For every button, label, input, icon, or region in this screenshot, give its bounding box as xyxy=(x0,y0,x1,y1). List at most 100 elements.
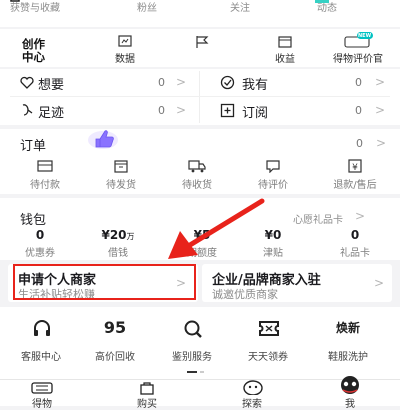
recycle-95-icon: 95 xyxy=(103,318,127,337)
chevron-right-icon: > xyxy=(375,75,386,89)
creation-title-line2: 中心 xyxy=(22,50,45,64)
stats-strip: 获赞与收藏 粉丝 关注 动态 xyxy=(0,0,400,27)
row-have[interactable]: 我有 0 > xyxy=(200,69,400,96)
service-coupons-label: 天天领券 xyxy=(248,352,288,363)
service-recycle[interactable]: 95 高价回收 xyxy=(80,318,150,363)
wallet-loan-unit: 万 xyxy=(126,232,135,241)
row-want-label: 想要 xyxy=(38,78,65,93)
service-authentication-label: 鉴别服务 xyxy=(172,352,212,363)
truck-icon xyxy=(167,158,227,174)
check-circle-icon xyxy=(220,75,235,90)
stat-likes[interactable]: 获赞与收藏 xyxy=(0,0,75,14)
service-wash[interactable]: 焕新 鞋服洗护 xyxy=(313,321,383,363)
stat-fans[interactable]: 粉丝 xyxy=(107,0,187,14)
creation-earnings-label: 收益 xyxy=(275,54,295,65)
row-have-count: 0 xyxy=(355,76,362,89)
order-pending-review[interactable]: 待评价 xyxy=(243,158,303,191)
wallet-coupons[interactable]: 0 优惠券 xyxy=(10,228,70,259)
wash-icon: 焕新 xyxy=(335,321,360,335)
service-wash-label: 鞋服洗护 xyxy=(328,352,368,363)
row-want[interactable]: 想要 0 > xyxy=(0,69,199,96)
order-pending-review-label: 待评价 xyxy=(258,180,288,191)
creation-title[interactable]: 创作 中心 xyxy=(22,38,45,64)
magnifier-icon xyxy=(183,319,203,342)
order-pending-receipt-label: 待收货 xyxy=(182,180,212,191)
wallet-giftcard-label: 礼品卡 xyxy=(340,248,370,259)
highlight-box xyxy=(13,264,196,300)
wallet-loan-value: ¥20 xyxy=(101,228,127,242)
row-want-count: 0 xyxy=(158,76,165,89)
chevron-right-icon: > xyxy=(176,103,187,117)
box-icon xyxy=(91,158,151,174)
chart-icon xyxy=(118,35,132,48)
row-footprint-label: 足迹 xyxy=(38,106,65,121)
merchant-enterprise-sub: 诚邀优质商家 xyxy=(212,288,278,301)
order-pending-shipment-label: 待发货 xyxy=(106,180,136,191)
thumbs-up-icon xyxy=(86,125,120,151)
new-badge-text: NEW xyxy=(358,33,372,39)
wallet-title[interactable]: 钱包 xyxy=(20,209,46,228)
wallet-loan-label: 借钱 xyxy=(108,248,128,259)
row-subscribe-count: 0 xyxy=(355,104,362,117)
wallet-loan[interactable]: ¥20万 借钱 xyxy=(88,228,148,259)
creation-reviewer[interactable]: NEW 得物评价官 xyxy=(320,32,396,65)
service-coupons[interactable]: 天天领券 xyxy=(233,321,303,363)
wallet-giftcard[interactable]: 0 礼品卡 xyxy=(325,228,385,259)
row-subscribe[interactable]: 订阅 0 > xyxy=(200,97,400,124)
chevron-right-icon: > xyxy=(374,276,385,290)
refund-icon: ¥ xyxy=(320,158,390,174)
heart-icon xyxy=(20,76,34,89)
orders-count: 0 xyxy=(356,137,363,150)
tab-dewu[interactable]: 得物 xyxy=(12,382,72,410)
service-authentication[interactable]: 鉴别服务 xyxy=(157,320,227,363)
chevron-right-icon: > xyxy=(176,75,187,89)
badge-icon[interactable] xyxy=(315,0,329,3)
wallet-icon xyxy=(278,35,292,48)
order-pending-receipt[interactable]: 待收货 xyxy=(167,158,227,191)
stat-following[interactable]: 关注 xyxy=(200,0,280,14)
order-pending-payment-label: 待付款 xyxy=(30,180,60,191)
row-have-label: 我有 xyxy=(242,78,269,93)
chevron-right-icon[interactable]: > xyxy=(376,136,386,150)
merchant-enterprise-card[interactable]: 企业/品牌商家入驻 诚邀优质商家 > xyxy=(202,264,392,302)
annotation-arrow-icon xyxy=(168,198,265,259)
wallet-giftcard-value: 0 xyxy=(350,228,360,242)
flag-icon xyxy=(195,35,209,49)
order-refund-label: 退款/售后 xyxy=(333,180,377,191)
chevron-right-icon: > xyxy=(375,103,386,117)
wallet-coupons-label: 优惠券 xyxy=(25,248,55,259)
tab-buy[interactable]: 购买 xyxy=(117,382,177,410)
svg-text:¥: ¥ xyxy=(352,163,358,173)
service-customer-label: 客服中心 xyxy=(21,352,61,363)
wallet-loan-value-wrap: ¥20万 xyxy=(88,228,148,242)
orders-title[interactable]: 订单 xyxy=(20,135,46,154)
service-customer[interactable]: 客服中心 xyxy=(6,320,76,363)
creation-earnings[interactable]: 收益 xyxy=(250,34,320,65)
order-pending-payment[interactable]: 待付款 xyxy=(15,158,75,191)
creation-flag[interactable] xyxy=(168,34,238,64)
ticket-icon xyxy=(259,320,279,340)
creation-data-label: 数据 xyxy=(115,54,135,65)
service-recycle-label: 高价回收 xyxy=(95,352,135,363)
tab-me[interactable]: 我 xyxy=(320,376,380,410)
avatar-icon xyxy=(337,375,363,398)
services-card xyxy=(0,307,400,379)
creation-data[interactable]: 数据 xyxy=(90,34,160,65)
bag-icon xyxy=(140,381,154,398)
chevron-right-icon[interactable]: > xyxy=(355,209,365,223)
wishlist-giftcard-link[interactable]: 心愿礼品卡 xyxy=(293,211,343,226)
row-footprint-count: 0 xyxy=(158,104,165,117)
order-refund[interactable]: ¥ 退款/售后 xyxy=(320,158,390,191)
footprint-icon xyxy=(20,103,34,117)
headset-icon xyxy=(32,320,52,341)
subscribe-icon xyxy=(220,103,235,118)
comment-icon xyxy=(243,158,303,174)
wallet-coupons-value: 0 xyxy=(35,228,45,242)
row-subscribe-label: 订阅 xyxy=(242,106,269,121)
order-pending-shipment[interactable]: 待发货 xyxy=(91,158,151,191)
explore-icon xyxy=(242,379,264,398)
row-footprint[interactable]: 足迹 0 > xyxy=(0,97,199,124)
page-indicator xyxy=(187,371,197,373)
tab-dewu-label: 得物 xyxy=(32,399,52,410)
tab-explore[interactable]: 探索 xyxy=(222,380,282,410)
